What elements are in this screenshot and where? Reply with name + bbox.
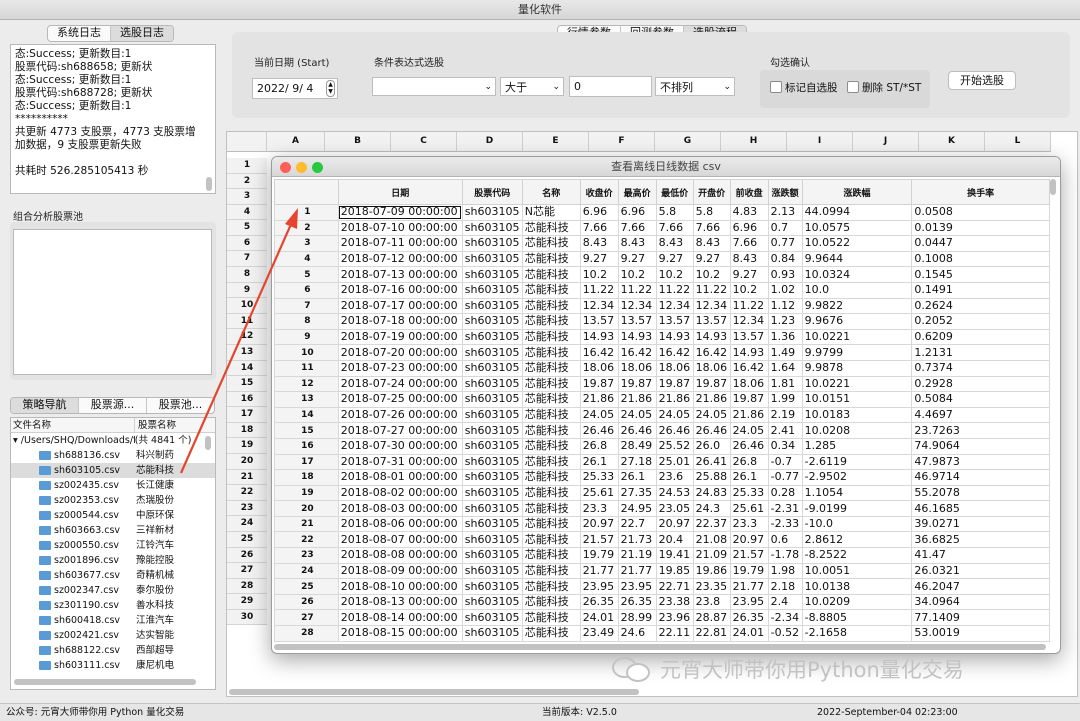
arrow-head-icon xyxy=(285,208,298,229)
status-time: 2022-September-04 02:23:00 xyxy=(817,707,958,718)
annotation-arrow xyxy=(179,208,298,474)
wechat-icon xyxy=(612,655,652,683)
arrow-line xyxy=(179,221,294,474)
status-version: 当前版本: V2.5.0 xyxy=(542,707,617,718)
watermark: 元宵大师带你用Python量化交易 xyxy=(612,654,964,684)
status-bar: 公众号: 元宵大师带你用 Python 量化交易 当前版本: V2.5.0 20… xyxy=(0,703,1080,721)
status-public-account: 公众号: 元宵大师带你用 Python 量化交易 xyxy=(6,707,185,718)
watermark-text: 元宵大师带你用Python量化交易 xyxy=(660,658,964,682)
